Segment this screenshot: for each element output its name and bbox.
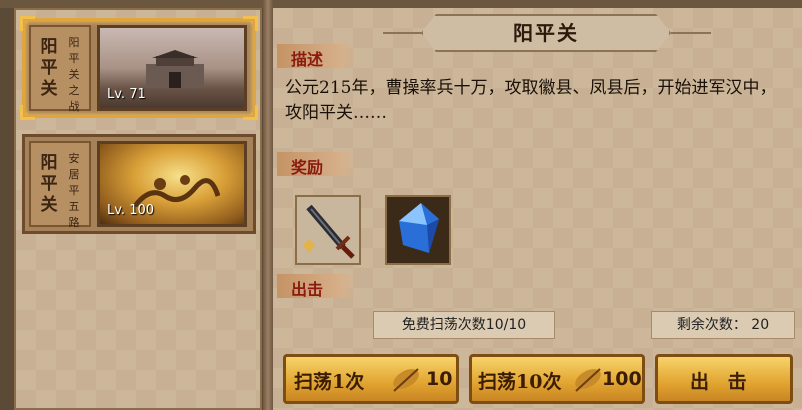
rewards-tag: 奖励 bbox=[277, 152, 357, 177]
rewards-label: 奖励 bbox=[291, 158, 324, 177]
title-ornament bbox=[383, 32, 423, 34]
wheat-icon bbox=[575, 368, 601, 392]
stage-name: 阳平关 bbox=[40, 153, 58, 215]
sword-icon bbox=[297, 197, 359, 263]
attack-button[interactable]: 出 击 bbox=[655, 354, 793, 404]
sweep-ten-button[interactable]: 扫荡10次 100 bbox=[469, 354, 645, 404]
stage-subtitle: 阳平关之战 bbox=[68, 36, 80, 113]
page-title: 阳平关 bbox=[513, 21, 579, 45]
stage-name: 阳平关 bbox=[40, 37, 58, 99]
stage-card-anjupingwulu[interactable]: 阳平关 安居平五路 Lv. 100 bbox=[22, 134, 256, 234]
stage-list[interactable]: 阳平关 阳平关之战 Lv. 71 阳平关 安居平五路 Lv. 100 bbox=[14, 8, 262, 410]
attack-label: 出击 bbox=[291, 280, 324, 299]
description-label: 描述 bbox=[291, 50, 324, 69]
panel-divider bbox=[263, 0, 273, 410]
selection-corner bbox=[20, 16, 35, 31]
wheat-icon bbox=[393, 368, 419, 392]
blue-crystal-icon bbox=[387, 197, 449, 263]
fortress-gate-icon bbox=[146, 50, 204, 88]
top-border bbox=[0, 0, 802, 8]
stage-title-banner: 阳平关 bbox=[421, 14, 671, 52]
selection-corner bbox=[20, 105, 35, 120]
stage-card-yangpingguan[interactable]: 阳平关 阳平关之战 Lv. 71 bbox=[20, 16, 258, 120]
attack-button-label: 出 击 bbox=[690, 371, 753, 393]
remaining-attempts: 剩余次数： 20 bbox=[651, 311, 795, 339]
sweep-once-cost: 10 bbox=[426, 368, 453, 390]
reward-slot-sword[interactable] bbox=[295, 195, 361, 265]
sweep-ten-label: 扫荡10次 bbox=[478, 371, 562, 393]
sweep-once-button[interactable]: 扫荡1次 10 bbox=[283, 354, 459, 404]
free-sweep-counter: 免费扫荡次数10/10 bbox=[373, 311, 555, 339]
stage-subtitle: 安居平五路 bbox=[68, 152, 80, 229]
sweep-ten-cost: 100 bbox=[602, 368, 642, 390]
selection-corner bbox=[243, 105, 258, 120]
description-tag: 描述 bbox=[277, 44, 357, 69]
stage-name-plate: 阳平关 阳平关之战 bbox=[29, 25, 91, 113]
selection-corner bbox=[243, 16, 258, 31]
stage-level: Lv. 71 bbox=[107, 87, 146, 102]
stage-level: Lv. 100 bbox=[107, 203, 155, 218]
stage-detail-panel: 阳平关 描述 公元215年，曹操率兵十万，攻取徽县、凤县后，开始进军汉中，攻阳平… bbox=[273, 8, 802, 410]
title-ornament bbox=[671, 32, 711, 34]
stage-description: 公元215年，曹操率兵十万，攻取徽县、凤县后，开始进军汉中，攻阳平关…… bbox=[285, 78, 777, 123]
stage-thumbnail: Lv. 71 bbox=[97, 25, 247, 111]
stage-thumbnail: Lv. 100 bbox=[97, 141, 247, 227]
attack-tag: 出击 bbox=[277, 274, 357, 299]
stage-name-plate: 阳平关 安居平五路 bbox=[29, 141, 91, 229]
reward-slot-crystal[interactable] bbox=[385, 195, 451, 265]
sweep-once-label: 扫荡1次 bbox=[294, 371, 365, 393]
